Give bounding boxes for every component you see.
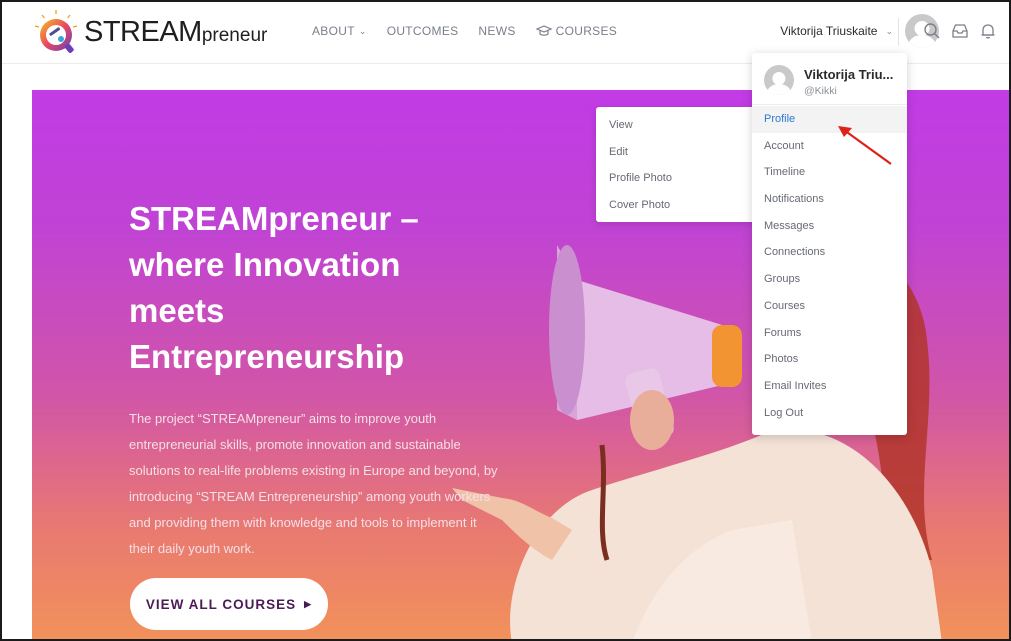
view-all-courses-label: VIEW ALL COURSES — [145, 596, 297, 612]
logo-text: STREAMpreneur — [84, 16, 267, 49]
hero-title: STREAMpreneur – where Innovation meets E… — [129, 200, 419, 375]
inbox-icon[interactable] — [951, 22, 969, 40]
nav-item-about-label: ABOUT — [312, 24, 355, 38]
menu-item-messages[interactable]: Messages — [752, 213, 907, 240]
submenu-item-profile-photo[interactable]: Profile Photo — [596, 165, 756, 192]
bell-icon[interactable] — [979, 22, 997, 40]
nav-item-outcomes[interactable]: OUTCOMES — [387, 24, 459, 38]
browser-viewport: STREAMpreneur ABOUT ⌄ OUTCOMES NEWS COUR… — [0, 0, 1011, 641]
main-nav: ABOUT ⌄ OUTCOMES NEWS COURSES — [312, 24, 617, 38]
site-logo[interactable]: STREAMpreneur — [32, 8, 267, 56]
profile-submenu: View Edit Profile Photo Cover Photo — [596, 107, 756, 222]
menu-item-email-invites[interactable]: Email Invites — [752, 373, 907, 400]
user-dropdown-menu: Viktorija Triu... @Kikki Profile Account… — [752, 53, 907, 435]
chevron-down-icon: ⌄ — [358, 25, 367, 36]
nav-item-news[interactable]: NEWS — [478, 24, 515, 38]
menu-item-log-out[interactable]: Log Out — [752, 400, 907, 427]
view-all-courses-button[interactable]: VIEW ALL COURSES ▶ — [130, 578, 328, 630]
chevron-down-icon: ⌄ — [885, 25, 893, 36]
dropdown-user-name: Viktorija Triu... — [804, 67, 894, 82]
menu-item-forums[interactable]: Forums — [752, 320, 907, 347]
nav-item-news-label: NEWS — [478, 24, 516, 38]
submenu-item-edit[interactable]: Edit — [596, 139, 756, 166]
logo-text-suffix: preneur — [201, 24, 268, 46]
nav-item-about[interactable]: ABOUT ⌄ — [312, 24, 367, 38]
graduation-cap-icon — [535, 25, 552, 36]
user-name: Viktorija Triuskaite — [780, 24, 878, 38]
search-icon[interactable] — [923, 22, 941, 40]
logo-text-main: STREAM — [84, 15, 202, 48]
dropdown-user-header[interactable]: Viktorija Triu... @Kikki — [752, 53, 907, 105]
logo-lightbulb-icon — [34, 10, 78, 53]
annotation-arrow-icon — [838, 126, 892, 165]
nav-item-outcomes-label: OUTCOMES — [386, 24, 459, 38]
menu-item-photos[interactable]: Photos — [752, 346, 907, 373]
menu-item-connections[interactable]: Connections — [752, 239, 907, 266]
nav-item-courses-label: COURSES — [555, 24, 618, 38]
submenu-item-cover-photo[interactable]: Cover Photo — [596, 192, 756, 219]
hero-description: The project “STREAMpreneur” aims to impr… — [129, 411, 498, 556]
menu-item-groups[interactable]: Groups — [752, 266, 907, 293]
user-menu-trigger[interactable]: Viktorija Triuskaite ⌄ — [780, 14, 939, 48]
avatar[interactable] — [764, 65, 794, 95]
header-divider — [898, 18, 899, 46]
submenu-item-view[interactable]: View — [596, 112, 756, 139]
dropdown-user-handle: @Kikki — [804, 85, 837, 97]
triangle-right-icon: ▶ — [304, 598, 313, 609]
menu-item-courses[interactable]: Courses — [752, 293, 907, 320]
nav-item-courses[interactable]: COURSES — [535, 24, 618, 38]
menu-item-notifications[interactable]: Notifications — [752, 186, 907, 213]
